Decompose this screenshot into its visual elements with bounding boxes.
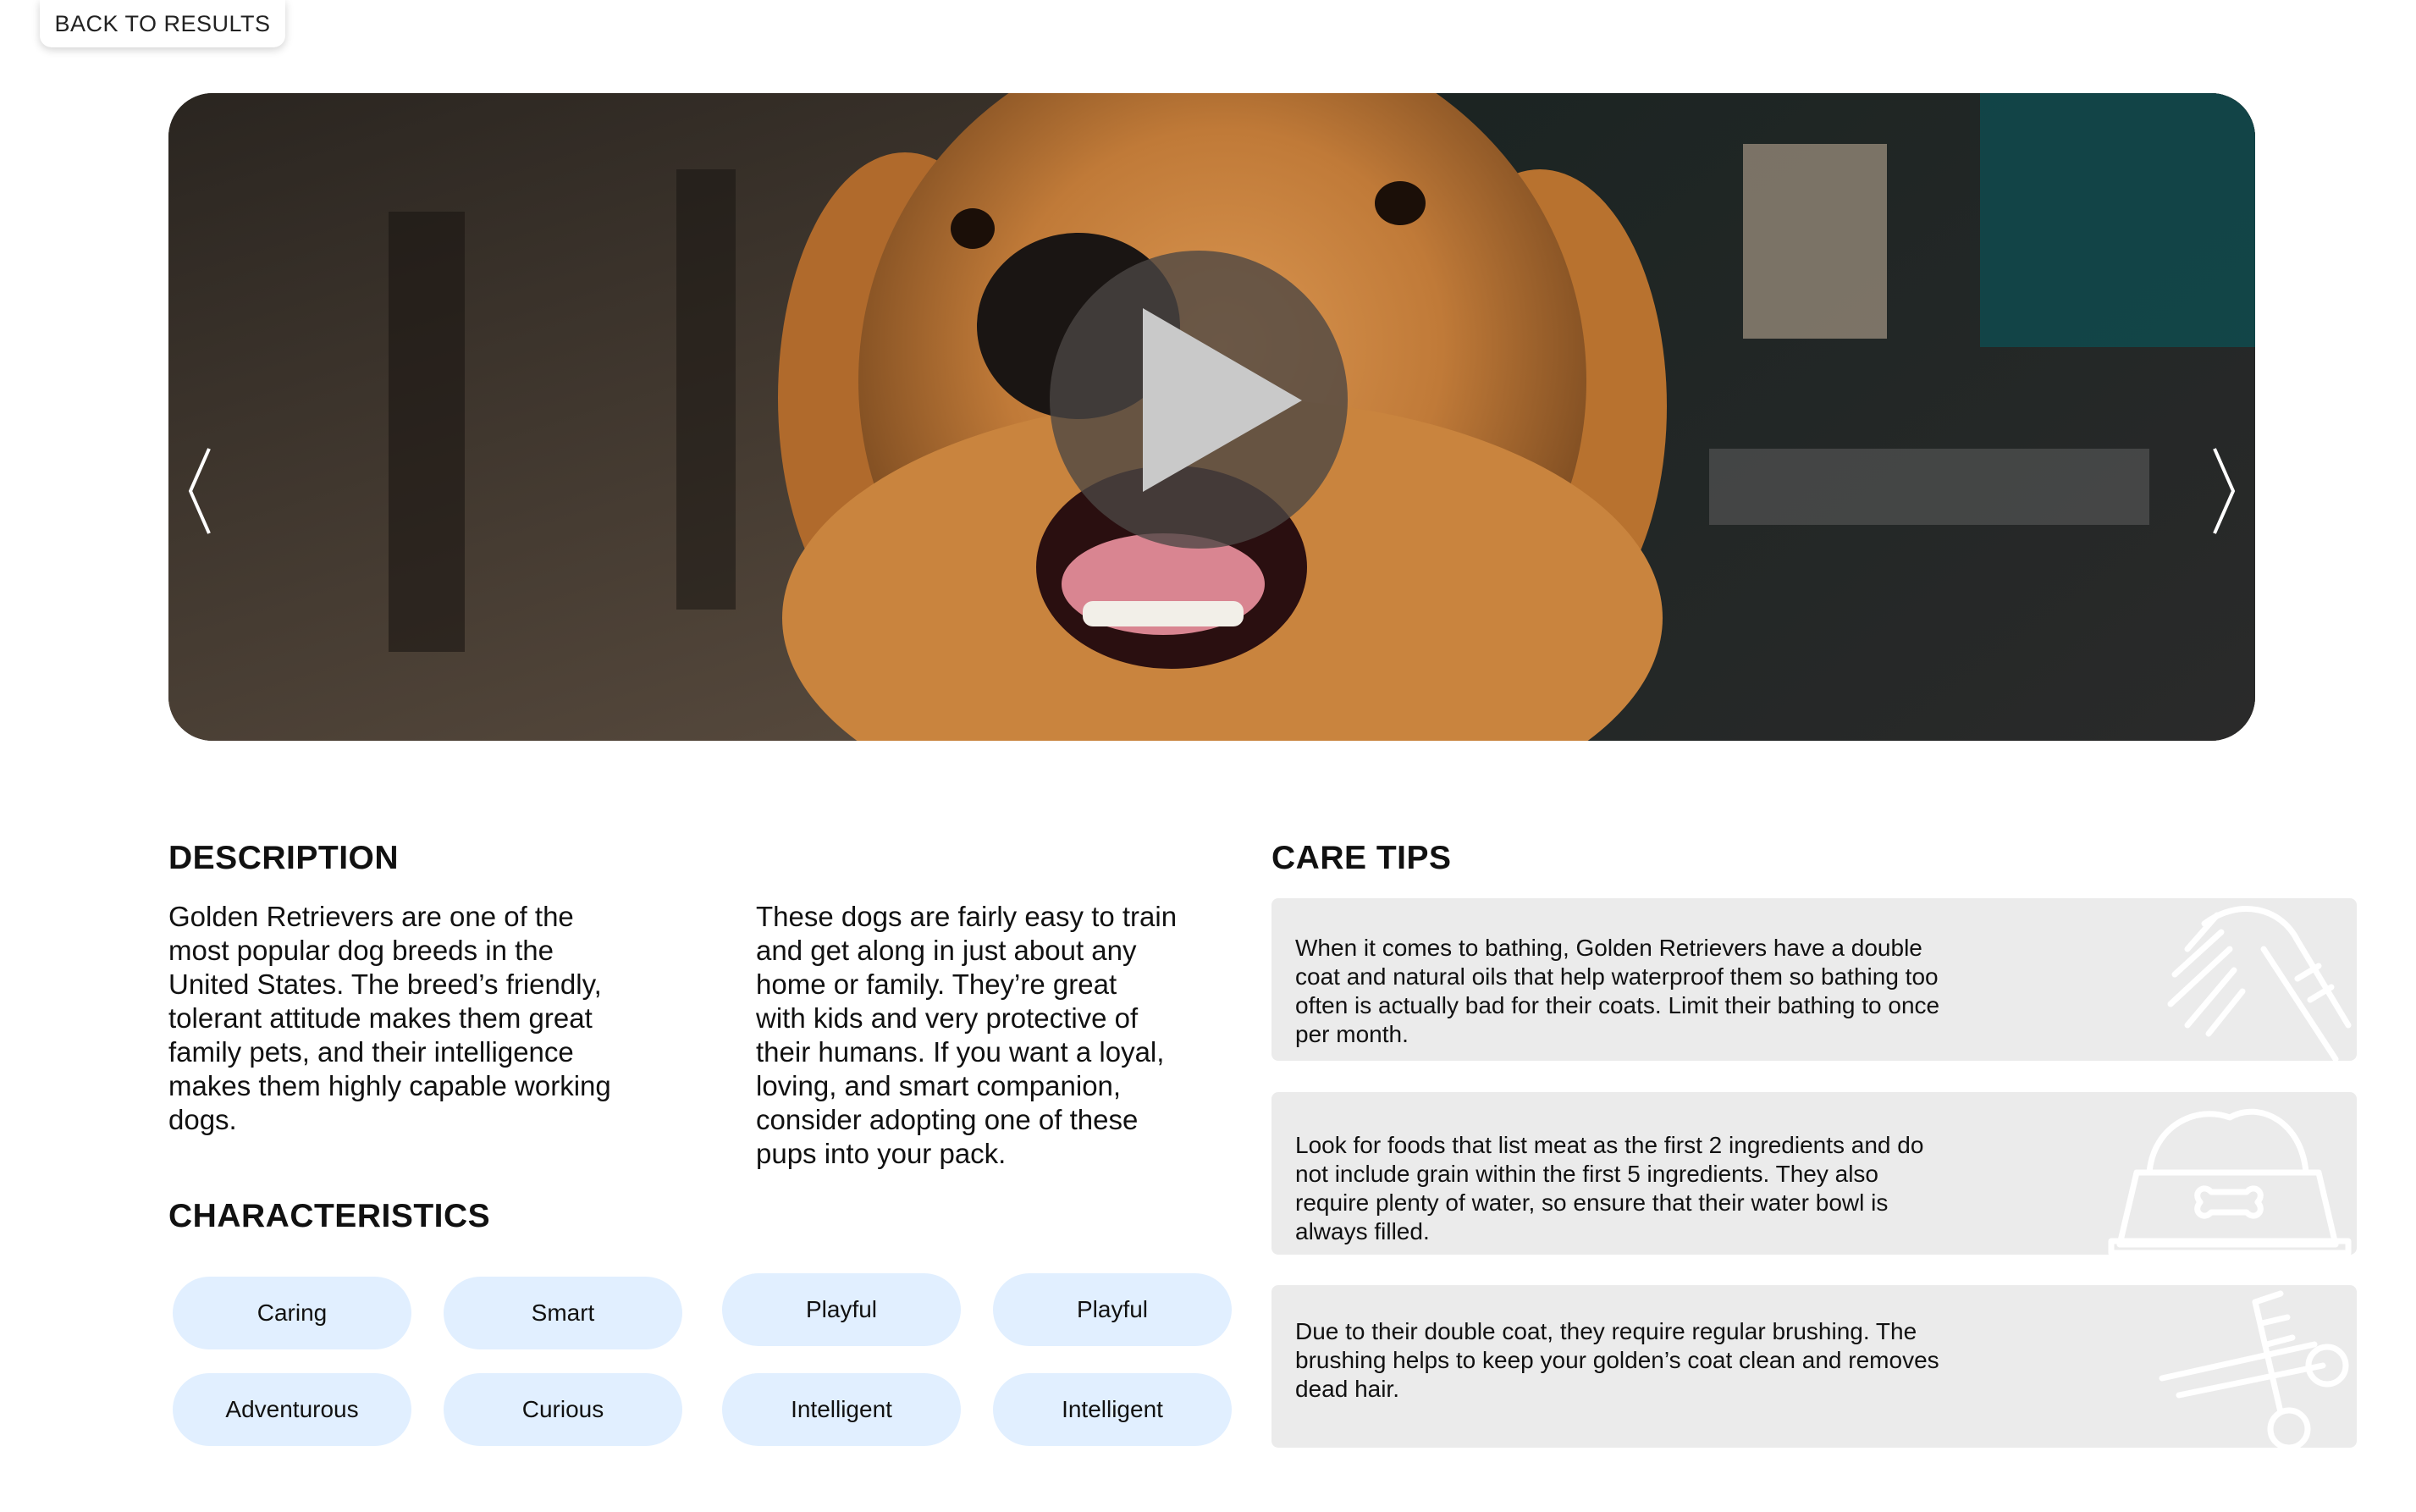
trait-chip[interactable]: Playful [993, 1273, 1232, 1346]
text-line: home or family. They’re great [756, 968, 1117, 1000]
care-tips-heading: CARE TIPS [1271, 840, 1452, 876]
text-line: loving, and smart companion, [756, 1070, 1122, 1101]
text-line: Look for foods that list meat as the fir… [1295, 1132, 1924, 1158]
text-line: tolerant attitude makes them great [168, 1002, 593, 1034]
grooming-scissors-icon [2159, 1290, 2349, 1448]
trait-chip[interactable]: Adventurous [173, 1373, 411, 1446]
text-line: These dogs are fairly easy to train [756, 901, 1178, 932]
text-line: coat and natural oils that help waterpro… [1295, 963, 1939, 990]
food-bowl-icon [2108, 1108, 2352, 1255]
description-column-2: These dogs are fairly easy to train and … [756, 900, 1264, 1171]
chevron-right-icon [2213, 448, 2236, 534]
characteristics-heading: CHARACTERISTICS [168, 1198, 491, 1234]
play-video-button[interactable] [1050, 251, 1348, 549]
description-heading: DESCRIPTION [168, 840, 400, 876]
text-line: not include grain within the first 5 ing… [1295, 1161, 1878, 1187]
carousel-next-button[interactable] [2206, 444, 2240, 538]
trait-chip[interactable]: Intelligent [993, 1373, 1232, 1446]
description-column-1: Golden Retrievers are one of the most po… [168, 900, 710, 1137]
carousel-prev-button[interactable] [184, 444, 218, 538]
care-tip-text: Look for foods that list meat as the fir… [1295, 1131, 2040, 1246]
text-line: always filled. [1295, 1218, 1430, 1244]
care-tip-text: When it comes to bathing, Golden Retriev… [1295, 934, 2040, 1049]
text-line: pups into your pack. [756, 1138, 1007, 1169]
text-line: Golden Retrievers are one of the [168, 901, 574, 932]
text-line: Due to their double coat, they require r… [1295, 1318, 1917, 1344]
chevron-left-icon [188, 448, 211, 534]
media-carousel [168, 93, 2255, 741]
text-line: family pets, and their intelligence [168, 1036, 574, 1068]
text-line: brushing helps to keep your golden’s coa… [1295, 1347, 1939, 1373]
care-tip-card: Due to their double coat, they require r… [1271, 1285, 2357, 1448]
care-tip-card: Look for foods that list meat as the fir… [1271, 1092, 2357, 1255]
back-to-results-button[interactable]: BACK TO RESULTS [40, 0, 285, 47]
care-tip-text: Due to their double coat, they require r… [1295, 1317, 2040, 1404]
trait-chip[interactable]: Curious [444, 1373, 682, 1446]
text-line: When it comes to bathing, Golden Retriev… [1295, 935, 1922, 961]
trait-chip[interactable]: Intelligent [722, 1373, 961, 1446]
text-line: per month. [1295, 1021, 1409, 1047]
text-line: makes them highly capable working [168, 1070, 611, 1101]
text-line: dead hair. [1295, 1376, 1399, 1402]
text-line: most popular dog breeds in the [168, 935, 554, 966]
trait-chip[interactable]: Playful [722, 1273, 961, 1346]
trait-chip[interactable]: Smart [444, 1277, 682, 1349]
shower-icon [2167, 906, 2352, 1061]
care-tip-card: When it comes to bathing, Golden Retriev… [1271, 898, 2357, 1061]
text-line: require plenty of water, so ensure that … [1295, 1189, 1889, 1216]
text-line: with kids and very protective of [756, 1002, 1139, 1034]
text-line: their humans. If you want a loyal, [756, 1036, 1165, 1068]
text-line: often is actually bad for their coats. L… [1295, 992, 1940, 1018]
text-line: United States. The breed’s friendly, [168, 968, 602, 1000]
trait-chip[interactable]: Caring [173, 1277, 411, 1349]
play-icon [1143, 308, 1302, 492]
text-line: dogs. [168, 1104, 237, 1135]
text-line: and get along in just about any [756, 935, 1137, 966]
text-line: consider adopting one of these [756, 1104, 1139, 1135]
